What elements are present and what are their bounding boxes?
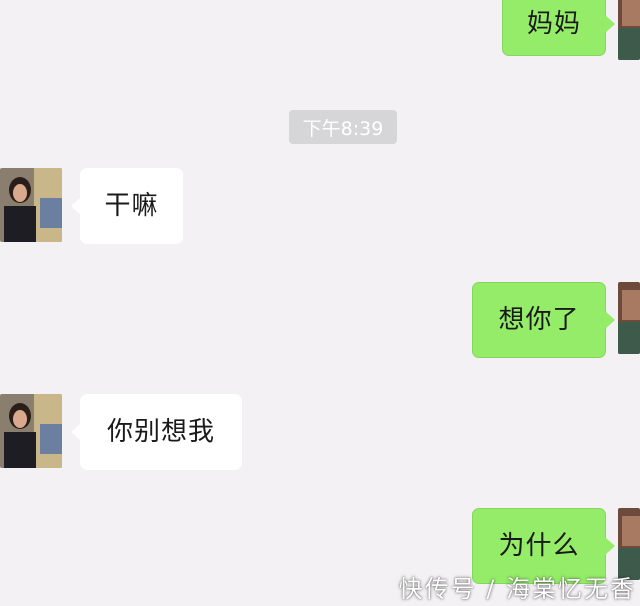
message-text: 你别想我 bbox=[106, 417, 215, 447]
message-text: 想你了 bbox=[498, 305, 580, 335]
my-avatar[interactable] bbox=[618, 282, 640, 354]
outgoing-message-bubble[interactable]: 妈妈 bbox=[502, 0, 615, 56]
incoming-message-bubble[interactable]: 你别想我 bbox=[71, 394, 242, 470]
watermark-text: 快传号 / 海棠忆无香 bbox=[398, 575, 636, 603]
incoming-message-bubble[interactable]: 干嘛 bbox=[71, 168, 183, 244]
contact-avatar[interactable] bbox=[0, 394, 62, 468]
message-text: 为什么 bbox=[498, 531, 580, 561]
timestamp-label: 下午8:39 bbox=[289, 110, 397, 144]
chat-window: 妈妈 下午8:39 干嘛 想你了 你别想我 为什么 快传号 / 海棠忆无香 bbox=[0, 0, 640, 606]
outgoing-message-bubble[interactable]: 想你了 bbox=[472, 282, 615, 358]
contact-avatar[interactable] bbox=[0, 168, 62, 242]
message-text: 妈妈 bbox=[526, 9, 581, 39]
my-avatar[interactable] bbox=[618, 0, 640, 60]
message-text: 干嘛 bbox=[104, 191, 159, 221]
